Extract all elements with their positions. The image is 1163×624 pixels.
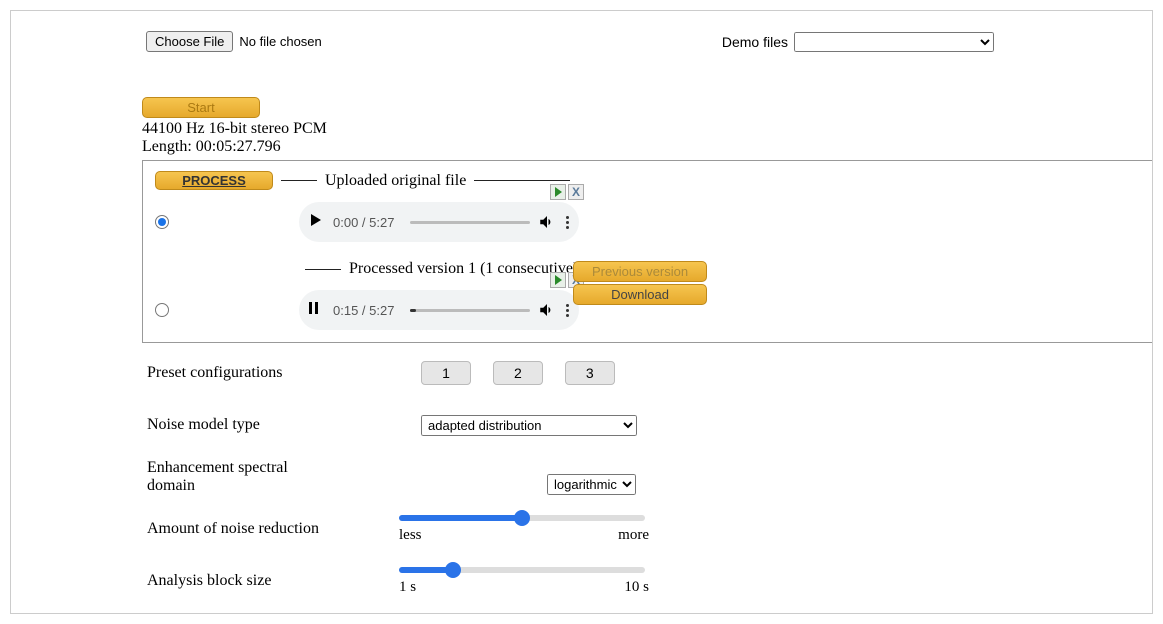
select-original-radio[interactable] xyxy=(155,215,169,229)
noise-model-type-select[interactable]: adapted distribution xyxy=(421,415,637,436)
start-button[interactable]: Start xyxy=(142,97,260,118)
select-processed-radio[interactable] xyxy=(155,303,169,317)
demo-files-label: Demo files xyxy=(722,34,788,50)
progress-bar-original[interactable] xyxy=(410,221,530,224)
audio-format-text: 44100 Hz 16-bit stereo PCM xyxy=(142,120,1152,138)
volume-icon[interactable] xyxy=(538,301,556,319)
noise-model-type-label: Noise model type xyxy=(147,416,399,434)
divider-line xyxy=(474,180,570,181)
play-icon[interactable] xyxy=(309,214,325,230)
block-size-label: Analysis block size xyxy=(147,572,399,590)
demo-files-select[interactable] xyxy=(794,32,994,52)
legend-processed-label: Processed version 1 (1 consecutive) xyxy=(349,260,578,278)
time-display-processed: 0:15 / 5:27 xyxy=(333,303,394,318)
spectral-domain-select[interactable]: logarithmic xyxy=(547,474,636,495)
preset-2-button[interactable]: 2 xyxy=(493,361,543,385)
slider-min-label: less xyxy=(399,527,422,544)
file-status-text: No file chosen xyxy=(239,34,321,49)
player-panel: PROCESS Uploaded original file X 0:00 / … xyxy=(142,160,1153,343)
slider-min-label: 1 s xyxy=(399,579,416,596)
kebab-menu-icon[interactable] xyxy=(566,216,569,229)
download-button[interactable]: Download xyxy=(573,284,707,305)
divider-line xyxy=(305,269,341,270)
audio-player-original: X 0:00 / 5:27 xyxy=(299,202,579,242)
block-size-slider[interactable] xyxy=(399,567,645,573)
legend-original-label: Uploaded original file xyxy=(325,172,466,190)
progress-bar-processed[interactable] xyxy=(410,309,530,312)
previous-version-button[interactable]: Previous version xyxy=(573,261,707,282)
kebab-menu-icon[interactable] xyxy=(566,304,569,317)
slider-max-label: more xyxy=(618,527,649,544)
noise-reduction-slider[interactable] xyxy=(399,515,645,521)
mini-play-button[interactable] xyxy=(550,184,566,200)
time-display-original: 0:00 / 5:27 xyxy=(333,215,394,230)
audio-length-text: Length: 00:05:27.796 xyxy=(142,138,1152,156)
choose-file-button[interactable]: Choose File xyxy=(146,31,233,52)
noise-reduction-label: Amount of noise reduction xyxy=(147,520,399,538)
process-button[interactable]: PROCESS xyxy=(155,171,273,190)
mini-play-button[interactable] xyxy=(550,272,566,288)
mini-close-button[interactable]: X xyxy=(568,184,584,200)
preset-3-button[interactable]: 3 xyxy=(565,361,615,385)
preset-1-button[interactable]: 1 xyxy=(421,361,471,385)
slider-max-label: 10 s xyxy=(624,579,649,596)
audio-player-processed: X 0:15 / 5:27 xyxy=(299,290,579,330)
preset-configurations-label: Preset configurations xyxy=(147,364,399,382)
pause-icon[interactable] xyxy=(309,302,325,318)
volume-icon[interactable] xyxy=(538,213,556,231)
spectral-domain-label: Enhancement spectral domain xyxy=(147,459,399,495)
divider-line xyxy=(281,180,317,181)
